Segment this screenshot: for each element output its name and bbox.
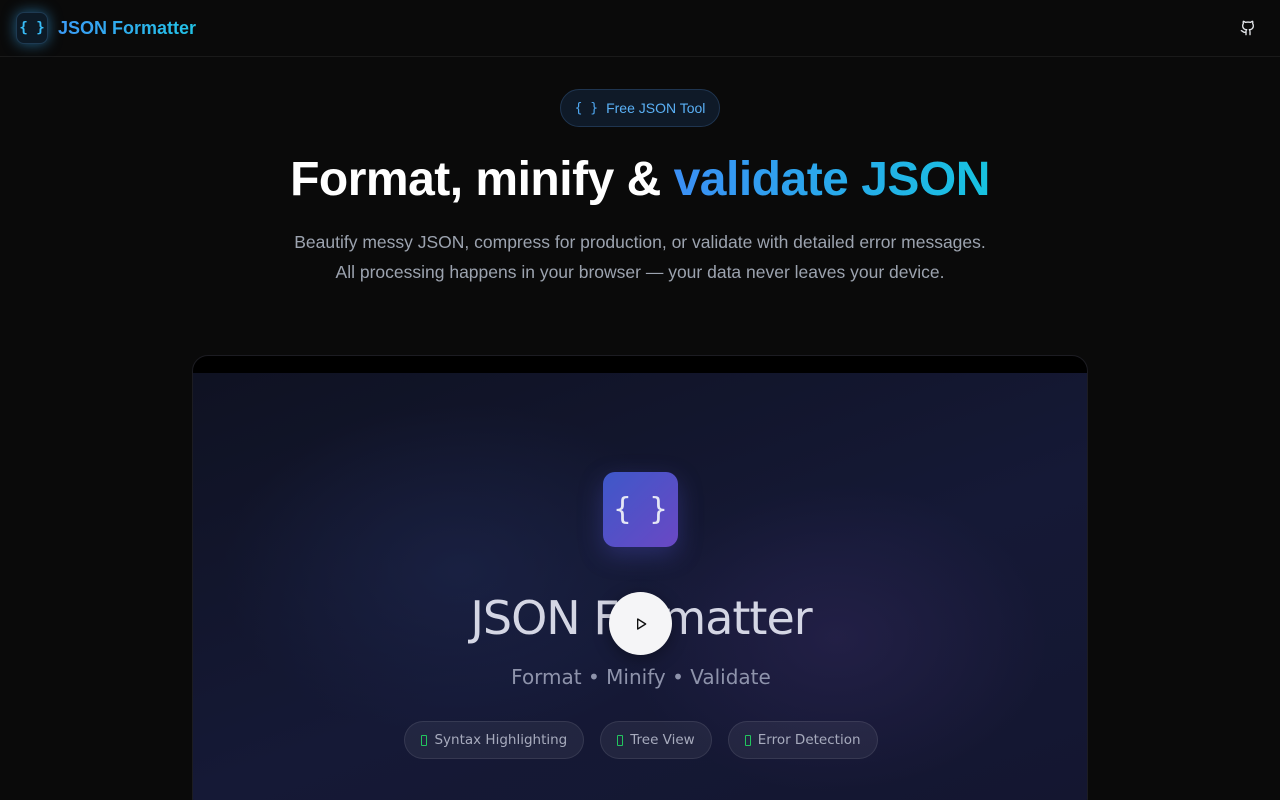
check-icon [421,734,428,746]
github-link[interactable] [1234,14,1262,42]
top-header: { } JSON Formatter [0,0,1280,57]
check-icon [744,734,751,746]
page-title: Format, minify & validate JSON [0,152,1280,207]
free-tool-badge: { } Free JSON Tool [560,89,720,127]
headline-accent: validate JSON [673,153,991,206]
github-icon [1240,20,1255,36]
braces-logo-icon: { } [16,12,48,44]
braces-icon: { } [574,100,599,116]
chip-label: Error Detection [757,732,861,748]
play-icon [636,617,646,630]
headline-plain: Format, minify & [290,153,674,206]
feature-chips: Syntax Highlighting Tree View Error Dete… [193,721,1087,759]
feature-chip: Error Detection [727,721,878,759]
video-tagline: Format • Minify • Validate [511,665,771,689]
play-button[interactable] [609,592,672,655]
hero-subtitle: Beautify messy JSON, compress for produc… [294,232,986,282]
chip-label: Tree View [630,732,695,748]
check-icon [617,734,624,746]
brand-name: JSON Formatter [58,17,197,38]
badge-label: Free JSON Tool [606,100,706,116]
feature-chip: Tree View [600,721,712,759]
chip-label: Syntax Highlighting [434,732,568,748]
video-poster: { } JSON Formatter Format • Minify • Val… [193,373,1087,800]
intro-video-player[interactable]: { } JSON Formatter Format • Minify • Val… [192,355,1088,800]
feature-chip: Syntax Highlighting [404,721,585,759]
brand-link[interactable]: { } JSON Formatter [16,12,196,44]
braces-app-icon: { } [603,472,678,547]
